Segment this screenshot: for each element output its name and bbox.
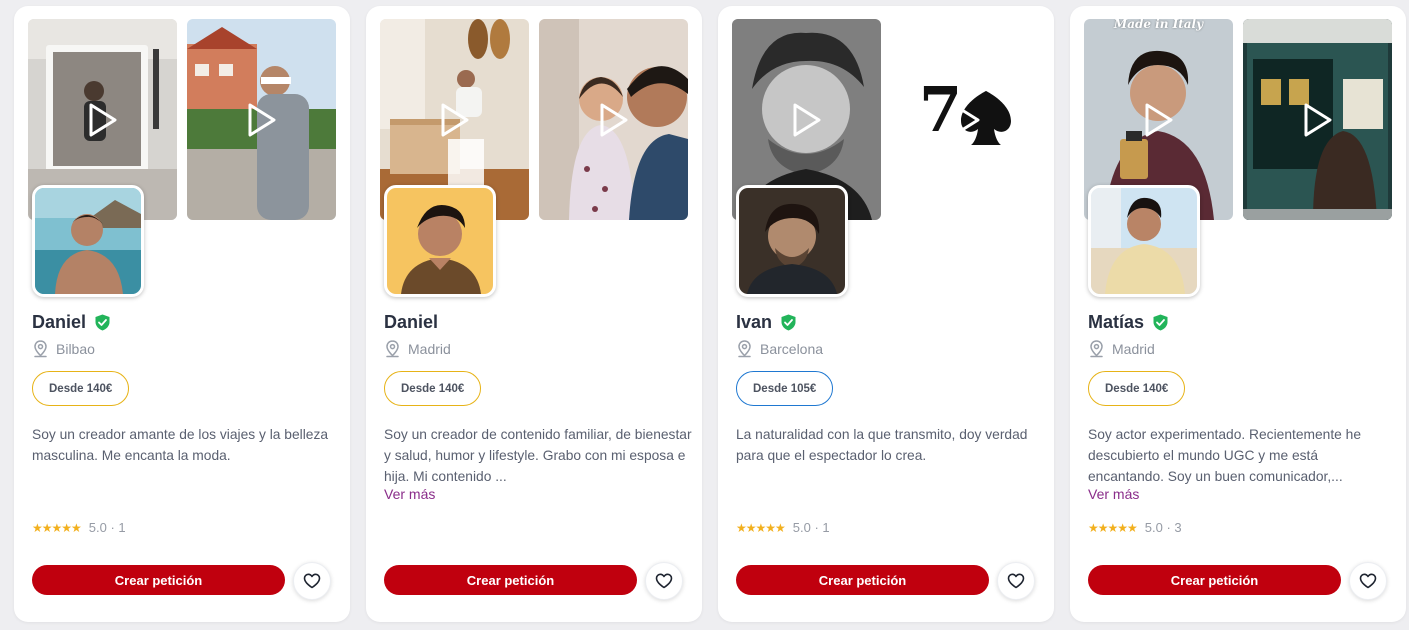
location-row: Bilbao xyxy=(32,340,95,358)
location-row: Madrid xyxy=(1088,340,1155,358)
video-overlay-text: Made in Italy xyxy=(1113,19,1204,31)
create-request-button[interactable]: Crear petición xyxy=(384,565,637,595)
show-more-link[interactable]: Ver más xyxy=(384,486,435,502)
location-row: Barcelona xyxy=(736,340,823,358)
create-request-button[interactable]: Crear petición xyxy=(32,565,285,595)
map-pin-icon xyxy=(34,340,47,358)
play-icon xyxy=(1145,103,1172,136)
creator-name: Daniel xyxy=(32,312,87,332)
map-pin-icon xyxy=(386,340,399,358)
rating-score: 5.0 · 3 xyxy=(1144,520,1182,535)
play-icon xyxy=(952,103,979,136)
video-thumbnail[interactable]: 7 xyxy=(891,19,1040,220)
price-badge: Desde 140€ xyxy=(384,371,482,406)
heart-outline-icon xyxy=(655,573,673,589)
play-icon xyxy=(600,103,627,136)
creator-card-daniel-bilbao[interactable]: Daniel Bilbao Desde 140€ Soy un creador … xyxy=(14,6,350,622)
create-request-button[interactable]: Crear petición xyxy=(736,565,989,595)
heart-outline-icon xyxy=(1007,573,1025,589)
avatar[interactable] xyxy=(32,185,144,297)
heart-outline-icon xyxy=(1359,573,1377,589)
location-row: Madrid xyxy=(384,340,451,358)
creator-name-row: Daniel xyxy=(384,312,438,333)
rating-stars: ★★★★★ xyxy=(32,520,82,535)
map-pin-icon xyxy=(1090,340,1103,358)
create-request-button[interactable]: Crear petición xyxy=(1088,565,1341,595)
rating-score: 5.0 · 1 xyxy=(88,520,126,535)
favorite-button[interactable] xyxy=(293,562,331,600)
creator-description: Soy un creador amante de los viajes y la… xyxy=(32,427,329,463)
creator-description: Soy actor experimentado. Recientemente h… xyxy=(1088,427,1362,484)
rating: ★★★★★ 5.0 · 1 xyxy=(32,520,126,535)
play-icon xyxy=(1304,103,1331,136)
creator-description: Soy un creador de contenido familiar, de… xyxy=(384,427,692,484)
creator-name: Matías xyxy=(1088,312,1145,332)
price-badge: Desde 140€ xyxy=(1088,371,1186,406)
rating-stars: ★★★★★ xyxy=(1088,520,1138,535)
creator-name-row: Daniel xyxy=(32,312,111,333)
rating-score: 5.0 · 1 xyxy=(792,520,830,535)
city-label: Madrid xyxy=(1112,341,1155,357)
verified-shield-icon xyxy=(1153,314,1168,331)
rating: ★★★★★ 5.0 · 1 xyxy=(736,520,830,535)
avatar[interactable] xyxy=(384,185,496,297)
video-thumbnail[interactable] xyxy=(1243,19,1392,220)
heart-outline-icon xyxy=(303,573,321,589)
price-badge: Desde 105€ xyxy=(736,371,834,406)
creator-name: Ivan xyxy=(736,312,773,332)
creator-description: La naturalidad con la que transmito, doy… xyxy=(736,427,1028,463)
verified-shield-icon xyxy=(95,314,110,331)
video-thumbnail[interactable] xyxy=(187,19,336,220)
city-label: Madrid xyxy=(408,341,451,357)
play-icon xyxy=(441,103,468,136)
favorite-button[interactable] xyxy=(645,562,683,600)
map-pin-icon xyxy=(738,340,751,358)
video-thumbnail[interactable] xyxy=(539,19,688,220)
city-label: Bilbao xyxy=(56,341,95,357)
price-badge: Desde 140€ xyxy=(32,371,130,406)
verified-shield-icon xyxy=(781,314,796,331)
creator-name: Daniel xyxy=(384,312,439,332)
creator-card-daniel-madrid[interactable]: Daniel Madrid Desde 140€ Soy un creador … xyxy=(366,6,702,622)
rating: ★★★★★ 5.0 · 3 xyxy=(1088,520,1182,535)
city-label: Barcelona xyxy=(760,341,824,357)
creator-name-row: Matías xyxy=(1088,312,1169,333)
favorite-button[interactable] xyxy=(1349,562,1387,600)
show-more-link[interactable]: Ver más xyxy=(1088,486,1139,502)
creator-card-matias-madrid[interactable]: Made in Italy Matías Madrid Desde 140€ S… xyxy=(1070,6,1406,622)
play-icon xyxy=(793,103,820,136)
creator-name-row: Ivan xyxy=(736,312,797,333)
play-icon xyxy=(89,103,116,136)
favorite-button[interactable] xyxy=(997,562,1035,600)
creator-card-ivan-barcelona[interactable]: 7 Ivan Barcelona Desde 105€ La naturalid… xyxy=(718,6,1054,622)
avatar[interactable] xyxy=(736,185,848,297)
avatar[interactable] xyxy=(1088,185,1200,297)
rating-stars: ★★★★★ xyxy=(736,520,786,535)
play-icon xyxy=(248,103,275,136)
